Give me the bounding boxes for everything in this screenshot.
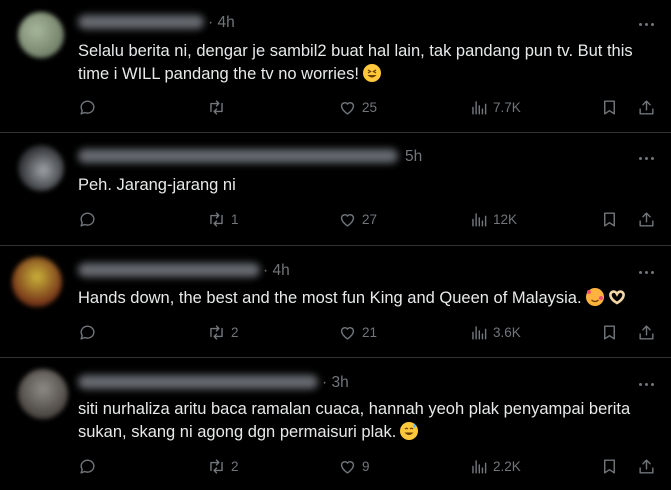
heart-icon (340, 214, 355, 227)
share-button[interactable] (637, 323, 656, 342)
post-time[interactable]: · 4h (208, 14, 235, 32)
avatar[interactable] (12, 257, 62, 307)
repost-button[interactable]: 2 (207, 323, 239, 342)
post-2[interactable]: 5h Peh. Jarang-jarang ni 1 27 12K (0, 132, 671, 246)
post-time-value: 4h (217, 14, 235, 31)
more-options-icon[interactable] (636, 262, 656, 282)
bookmark-button[interactable] (600, 457, 619, 476)
avatar[interactable] (18, 12, 64, 58)
post-1[interactable]: · 4h Selalu berita ni, dengar je sambil2… (0, 0, 671, 133)
post-time[interactable]: · 4h (263, 262, 290, 280)
like-button[interactable]: 25 (338, 98, 377, 117)
share-icon (639, 459, 654, 474)
like-count: 25 (362, 100, 378, 115)
reply-icon (80, 325, 95, 340)
repost-button[interactable]: 2 (207, 457, 239, 476)
more-options-icon[interactable] (636, 14, 656, 34)
share-button[interactable] (637, 457, 656, 476)
post-text: Hands down, the best and the most fun Ki… (78, 287, 653, 313)
post-text-body: Selalu berita ni, dengar je sambil2 buat… (78, 42, 633, 83)
views-button[interactable]: 3.6K (469, 323, 521, 342)
author-name-blurred[interactable] (78, 149, 398, 163)
reply-button[interactable] (78, 323, 97, 342)
like-count: 21 (362, 325, 378, 340)
author-name-blurred[interactable] (78, 15, 204, 29)
post-text-body: Peh. Jarang-jarang ni (78, 176, 236, 194)
bookmark-button[interactable] (600, 98, 619, 117)
grinning-face-with-sweat-emoji (400, 422, 419, 440)
author-name-blurred[interactable] (78, 375, 318, 389)
repost-icon (210, 325, 223, 340)
post-time-value: 3h (331, 374, 349, 391)
reply-button[interactable] (78, 457, 97, 476)
view-count: 7.7K (493, 100, 521, 115)
views-button[interactable]: 7.7K (469, 98, 521, 117)
post-text: Selalu berita ni, dengar je sambil2 buat… (78, 40, 653, 86)
post-4[interactable]: · 3h siti nurhaliza aritu baca ramalan c… (0, 357, 671, 490)
share-icon (639, 212, 654, 227)
analytics-icon (472, 460, 487, 474)
post-time-value: 4h (272, 262, 290, 279)
reply-icon (80, 212, 95, 227)
repost-button[interactable]: 1 (207, 210, 239, 229)
share-button[interactable] (637, 98, 656, 117)
author-name-blurred[interactable] (78, 263, 260, 277)
repost-count: 2 (231, 459, 239, 474)
analytics-icon (472, 213, 487, 227)
like-button[interactable]: 27 (338, 210, 377, 229)
repost-icon (210, 459, 223, 474)
post-text-body: Hands down, the best and the most fun Ki… (78, 289, 582, 307)
like-count: 27 (362, 212, 378, 227)
analytics-icon (472, 326, 487, 340)
bookmark-icon (604, 100, 615, 115)
grinning-squinting-face-emoji (362, 64, 381, 82)
share-button[interactable] (637, 210, 656, 229)
heart-icon (340, 461, 355, 474)
post-3[interactable]: · 4h Hands down, the best and the most f… (0, 245, 671, 358)
views-button[interactable]: 12K (469, 210, 517, 229)
view-count: 2.2K (493, 459, 521, 474)
bookmark-button[interactable] (600, 210, 619, 229)
view-count: 3.6K (493, 325, 521, 340)
avatar[interactable] (18, 369, 68, 419)
share-icon (639, 325, 654, 340)
bookmark-icon (604, 325, 615, 340)
like-button[interactable]: 21 (338, 323, 377, 342)
post-text: siti nurhaliza aritu baca ramalan cuaca,… (78, 398, 638, 444)
reply-button[interactable] (78, 210, 97, 229)
like-button[interactable]: 9 (338, 457, 370, 476)
post-text-body: siti nurhaliza aritu baca ramalan cuaca,… (78, 400, 631, 441)
view-count: 12K (493, 212, 518, 227)
repost-button[interactable] (207, 98, 231, 117)
reply-button[interactable] (78, 98, 97, 117)
views-button[interactable]: 2.2K (469, 457, 521, 476)
repost-icon (210, 212, 223, 227)
heart-icon (340, 102, 355, 115)
heart-hands-emoji (607, 288, 627, 313)
post-time[interactable]: 5h (405, 148, 422, 166)
avatar[interactable] (18, 145, 64, 191)
more-options-icon[interactable] (636, 374, 656, 394)
more-options-icon[interactable] (636, 148, 656, 168)
bookmark-icon (604, 459, 615, 474)
like-count: 9 (362, 459, 370, 474)
bookmark-icon (604, 212, 615, 227)
post-time-value: 5h (405, 148, 423, 165)
bookmark-button[interactable] (600, 323, 619, 342)
repost-count: 1 (231, 212, 239, 227)
smiling-face-with-hearts-emoji (585, 288, 604, 306)
analytics-icon (472, 101, 487, 115)
repost-count: 2 (231, 325, 239, 340)
heart-icon (340, 327, 355, 340)
post-text: Peh. Jarang-jarang ni (78, 174, 653, 197)
share-icon (639, 100, 654, 115)
reply-icon (80, 459, 95, 474)
reply-icon (80, 100, 95, 115)
repost-icon (210, 100, 223, 115)
post-time[interactable]: · 3h (322, 374, 349, 392)
